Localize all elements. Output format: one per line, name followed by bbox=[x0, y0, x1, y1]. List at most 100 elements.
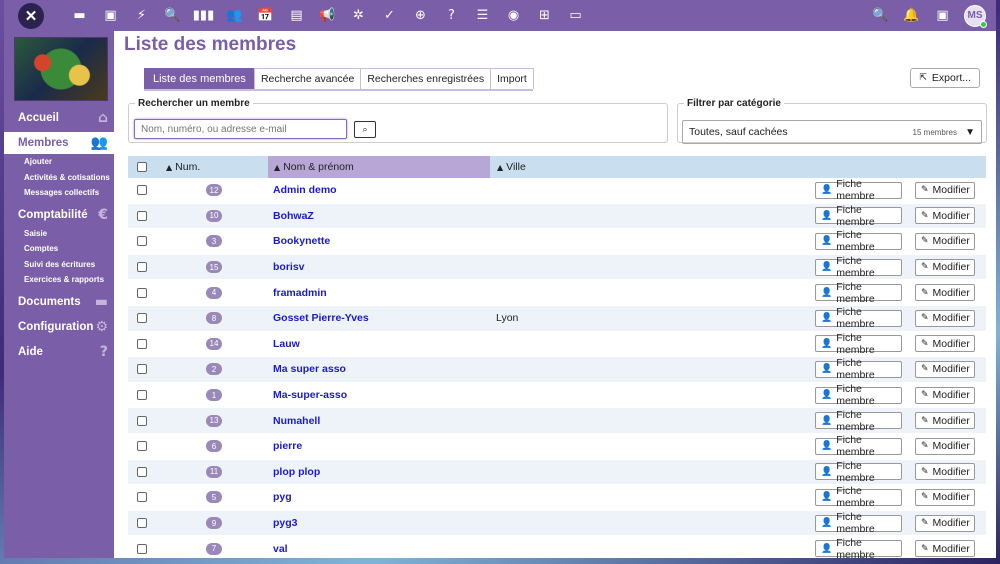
row-checkbox[interactable] bbox=[137, 210, 147, 221]
users-icon[interactable]: 👥 bbox=[219, 0, 250, 31]
list-icon[interactable]: ☰ bbox=[467, 0, 498, 31]
search-button[interactable]: ⌕ bbox=[354, 121, 376, 138]
edit-button[interactable]: ✎ Modifier bbox=[915, 232, 975, 250]
member-card-button[interactable]: 👤 Fiche membre bbox=[815, 460, 902, 484]
edit-button[interactable]: ✎ Modifier bbox=[915, 360, 975, 378]
tab-import[interactable]: Import bbox=[490, 68, 534, 89]
edit-button[interactable]: ✎ Modifier bbox=[915, 463, 975, 481]
member-card-button[interactable]: 👤 Fiche membre bbox=[815, 511, 902, 535]
inbox-icon[interactable]: ▤ bbox=[281, 0, 312, 31]
edit-button[interactable]: ✎ Modifier bbox=[915, 207, 975, 225]
row-checkbox[interactable] bbox=[137, 492, 147, 503]
search-icon[interactable]: 🔍 bbox=[865, 0, 896, 31]
column-name[interactable]: ▲ Nom & prénom bbox=[268, 156, 490, 178]
member-card-button[interactable]: 👤 Fiche membre bbox=[815, 434, 902, 458]
sidebar-item-comptabilite[interactable]: Comptabilité € bbox=[4, 204, 114, 226]
globe-icon[interactable]: ⊕ bbox=[405, 0, 436, 31]
sidebar-subitem[interactable]: Ajouter bbox=[4, 154, 114, 170]
member-name-link[interactable]: Gosset Pierre-Yves bbox=[273, 312, 369, 324]
megaphone-icon[interactable]: 📢 bbox=[312, 0, 343, 31]
edit-button[interactable]: ✎ Modifier bbox=[915, 309, 975, 327]
row-checkbox[interactable] bbox=[137, 518, 147, 529]
row-checkbox[interactable] bbox=[137, 287, 147, 298]
edit-button[interactable]: ✎ Modifier bbox=[915, 412, 975, 430]
sidebar-item-aide[interactable]: Aide? bbox=[4, 341, 114, 363]
row-checkbox[interactable] bbox=[137, 262, 147, 273]
member-name-link[interactable]: Ma-super-asso bbox=[273, 389, 347, 401]
edit-button[interactable]: ✎ Modifier bbox=[915, 488, 975, 506]
member-card-button[interactable]: 👤 Fiche membre bbox=[815, 332, 902, 356]
contact-card-icon[interactable]: ▣ bbox=[927, 0, 958, 31]
edit-button[interactable]: ✎ Modifier bbox=[915, 284, 975, 302]
folder-icon[interactable]: ▬ bbox=[64, 0, 95, 31]
member-card-button[interactable]: 👤 Fiche membre bbox=[815, 204, 902, 228]
tab-saved-searches[interactable]: Recherches enregistrées bbox=[360, 68, 492, 89]
member-card-button[interactable]: 👤 Fiche membre bbox=[815, 537, 902, 558]
row-checkbox[interactable] bbox=[137, 185, 147, 196]
grid-icon[interactable]: ⊞ bbox=[529, 0, 560, 31]
tab-advanced-search[interactable]: Recherche avancée bbox=[253, 68, 362, 89]
member-card-button[interactable]: 👤 Fiche membre bbox=[815, 357, 902, 381]
member-card-button[interactable]: 👤 Fiche membre bbox=[815, 255, 902, 279]
search-chat-icon[interactable]: 🔍 bbox=[157, 0, 188, 31]
bolt-icon[interactable]: ⚡ bbox=[126, 0, 157, 31]
sidebar-subitem[interactable]: Exercices & rapports bbox=[4, 272, 114, 288]
sidebar-subitem[interactable]: Activités & cotisations bbox=[4, 170, 114, 186]
member-card-button[interactable]: 👤 Fiche membre bbox=[815, 281, 902, 305]
member-name-link[interactable]: Numahell bbox=[273, 415, 320, 427]
member-name-link[interactable]: plop plop bbox=[273, 466, 320, 478]
row-checkbox[interactable] bbox=[137, 466, 147, 477]
member-name-link[interactable]: borisv bbox=[273, 261, 305, 273]
member-card-button[interactable]: 👤 Fiche membre bbox=[815, 409, 902, 433]
sidebar-item-configuration[interactable]: Configuration ⚙ bbox=[4, 316, 114, 338]
row-checkbox[interactable] bbox=[137, 390, 147, 401]
member-name-link[interactable]: pyg3 bbox=[273, 517, 298, 529]
sidebar-item-documents[interactable]: Documents ▬ bbox=[4, 291, 114, 313]
star-person-icon[interactable]: ✲ bbox=[343, 0, 374, 31]
member-name-link[interactable]: framadmin bbox=[273, 287, 327, 299]
row-checkbox[interactable] bbox=[137, 236, 147, 247]
member-name-link[interactable]: Admin demo bbox=[273, 184, 337, 196]
sidebar-item-membres[interactable]: Membres 👥 bbox=[4, 132, 114, 154]
columns-icon[interactable]: ▮▮▮ bbox=[188, 0, 219, 31]
bell-icon[interactable]: 🔔 bbox=[896, 0, 927, 31]
edit-button[interactable]: ✎ Modifier bbox=[915, 335, 975, 353]
edit-button[interactable]: ✎ Modifier bbox=[915, 540, 975, 558]
edit-button[interactable]: ✎ Modifier bbox=[915, 514, 975, 532]
search-input[interactable] bbox=[134, 119, 347, 139]
tab-member-list[interactable]: Liste des membres bbox=[144, 68, 255, 89]
member-card-button[interactable]: 👤 Fiche membre bbox=[815, 178, 902, 202]
row-checkbox[interactable] bbox=[137, 543, 147, 554]
row-checkbox[interactable] bbox=[137, 364, 147, 375]
export-button[interactable]: ⇱ Export... bbox=[910, 68, 980, 88]
column-num[interactable]: ▲ Num. bbox=[166, 156, 266, 178]
member-card-button[interactable]: 👤 Fiche membre bbox=[815, 229, 902, 253]
member-card-button[interactable]: 👤 Fiche membre bbox=[815, 485, 902, 509]
edit-button[interactable]: ✎ Modifier bbox=[915, 437, 975, 455]
help-icon[interactable]: ? bbox=[436, 0, 467, 31]
sidebar-subitem[interactable]: Suivi des écritures bbox=[4, 257, 114, 273]
member-card-button[interactable]: 👤 Fiche membre bbox=[815, 383, 902, 407]
member-name-link[interactable]: Bookynette bbox=[273, 235, 330, 247]
sidebar-subitem[interactable]: Saisie bbox=[4, 226, 114, 242]
column-city[interactable]: ▲ Ville bbox=[497, 156, 697, 178]
sidebar-subitem[interactable]: Comptes bbox=[4, 241, 114, 257]
edit-button[interactable]: ✎ Modifier bbox=[915, 181, 975, 199]
member-name-link[interactable]: Lauw bbox=[273, 338, 300, 350]
member-name-link[interactable]: pyg bbox=[273, 491, 292, 503]
laptop-icon[interactable]: ▭ bbox=[560, 0, 591, 31]
image-icon[interactable]: ▣ bbox=[95, 0, 126, 31]
member-card-button[interactable]: 👤 Fiche membre bbox=[815, 306, 902, 330]
calendar-icon[interactable]: 📅 bbox=[250, 0, 281, 31]
category-select[interactable]: Toutes, sauf cachées 15 membres ▼ bbox=[682, 120, 982, 144]
member-name-link[interactable]: BohwaZ bbox=[273, 210, 314, 222]
eye-icon[interactable]: ◉ bbox=[498, 0, 529, 31]
association-banner-image[interactable] bbox=[14, 37, 108, 101]
row-checkbox[interactable] bbox=[137, 415, 147, 426]
edit-button[interactable]: ✎ Modifier bbox=[915, 386, 975, 404]
member-name-link[interactable]: val bbox=[273, 543, 288, 555]
avatar[interactable]: MS bbox=[964, 4, 987, 28]
member-name-link[interactable]: pierre bbox=[273, 440, 302, 452]
sidebar-item-accueil[interactable]: Accueil ⌂ bbox=[4, 107, 114, 129]
select-all-checkbox[interactable] bbox=[137, 162, 147, 172]
